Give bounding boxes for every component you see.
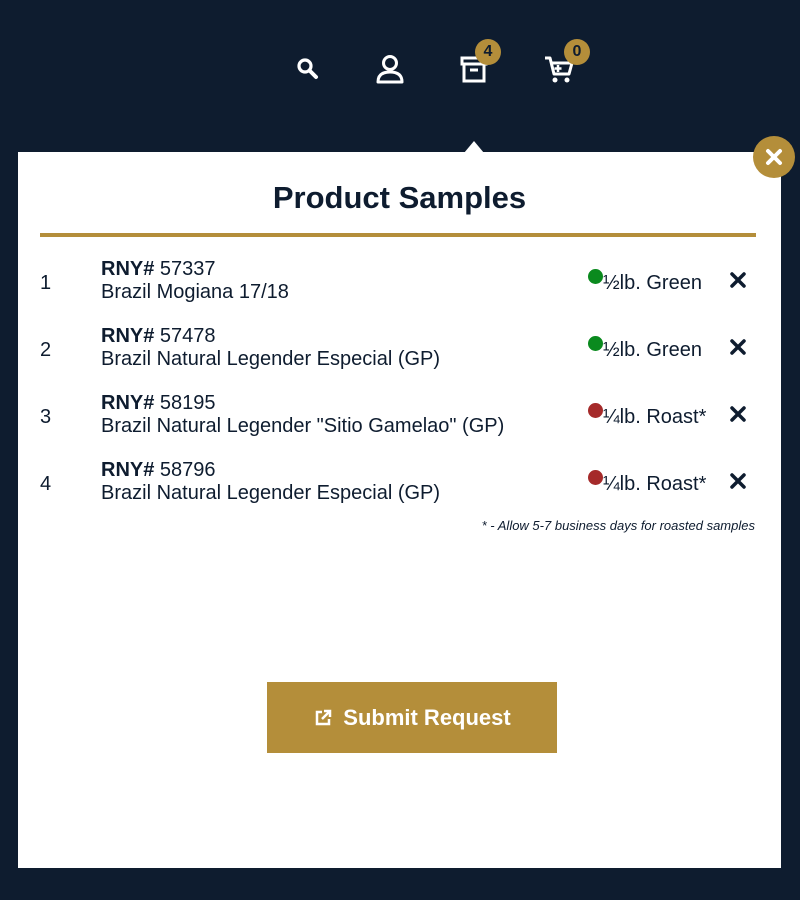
sample-box-icon[interactable]: 4 [457,39,501,86]
rny-line: RNY# 57478 [101,325,440,348]
sample-info: RNY# 57478 Brazil Natural Legender Espec… [101,325,440,371]
rny-label: RNY# [101,459,155,481]
status-dot [588,336,603,351]
external-link-icon [316,709,332,725]
sample-name: Brazil Mogiana 17/18 [101,281,289,303]
remove-sample-button[interactable] [726,402,750,426]
rny-line: RNY# 58796 [101,459,440,482]
row-number: 1 [40,272,52,294]
row-number: 3 [40,406,52,428]
sample-row: 1 RNY# 57337 Brazil Mogiana 17/18 ½lb. G… [40,258,756,325]
status-dot [588,269,603,284]
remove-icon [730,473,746,489]
submit-label: Submit Request [343,704,511,730]
submit-request-button[interactable]: Submit Request [267,682,557,753]
rny-number: 58796 [159,459,216,481]
remove-icon [730,406,746,422]
sample-option: ¼lb. Roast* [588,403,707,429]
sample-row: 3 RNY# 58195 Brazil Natural Legender "Si… [40,392,756,459]
option-label: ½lb. Green [603,339,702,361]
sample-info: RNY# 57337 Brazil Mogiana 17/18 [101,258,289,304]
option-label: ¼lb. Roast* [603,406,707,428]
row-number: 2 [40,339,52,361]
rny-label: RNY# [101,258,155,280]
rny-line: RNY# 58195 [101,392,504,415]
sample-info: RNY# 58195 Brazil Natural Legender "Siti… [101,392,504,438]
cart-count-badge: 0 [564,39,590,65]
title-divider [40,233,756,237]
close-icon [766,149,782,165]
rny-label: RNY# [101,325,155,347]
cart-icon[interactable]: 0 [542,39,590,86]
status-dot [588,403,603,418]
sample-row: 2 RNY# 57478 Brazil Natural Legender Esp… [40,325,756,392]
sample-list: 1 RNY# 57337 Brazil Mogiana 17/18 ½lb. G… [40,258,756,526]
rny-number: 58195 [159,392,216,414]
remove-sample-button[interactable] [726,469,750,493]
close-button[interactable] [753,136,795,178]
search-icon[interactable] [291,52,325,86]
status-dot [588,470,603,485]
sample-name: Brazil Natural Legender Especial (GP) [101,348,441,370]
sample-option: ¼lb. Roast* [588,470,707,496]
remove-sample-button[interactable] [726,335,750,359]
sample-name: Brazil Natural Legender "Sitio Gamelao" … [101,415,505,437]
rny-line: RNY# 57337 [101,258,289,281]
rny-label: RNY# [101,392,155,414]
user-icon[interactable] [373,52,407,86]
row-number: 4 [40,473,52,495]
remove-sample-button[interactable] [726,268,750,292]
sample-name: Brazil Natural Legender Especial (GP) [101,482,441,504]
sample-option: ½lb. Green [588,269,702,295]
rny-number: 57478 [159,325,216,347]
option-label: ¼lb. Roast* [603,473,707,495]
roast-footnote: * - Allow 5-7 business days for roasted … [481,518,755,533]
panel-title: Product Samples [272,180,527,215]
sample-option: ½lb. Green [588,336,702,362]
sample-row: 4 RNY# 58796 Brazil Natural Legender Esp… [40,459,756,526]
remove-icon [730,272,746,288]
rny-number: 57337 [159,258,216,280]
sample-info: RNY# 58796 Brazil Natural Legender Espec… [101,459,440,505]
samples-count-badge: 4 [475,39,501,65]
remove-icon [730,339,746,355]
product-samples-panel: Product Samples 1 RNY# 57337 Brazil Mogi… [18,152,781,868]
option-label: ½lb. Green [603,272,702,294]
